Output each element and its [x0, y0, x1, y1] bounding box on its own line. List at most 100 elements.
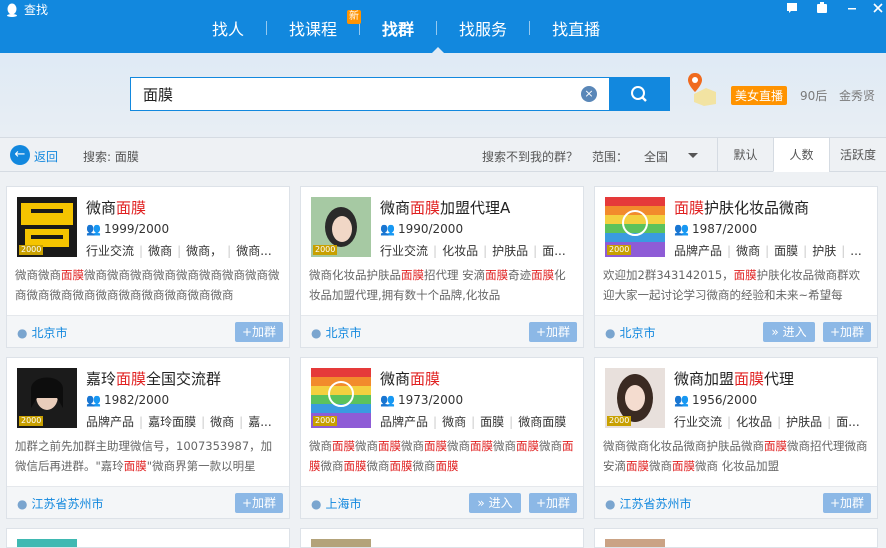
hot-tag-link[interactable]: 金秀贤: [839, 87, 875, 104]
group-tag[interactable]: 微商: [736, 244, 760, 258]
tab-find-services[interactable]: 找服务: [437, 16, 529, 40]
group-tag[interactable]: 微商: [210, 415, 234, 429]
group-tag[interactable]: 嘉玲面膜: [148, 415, 196, 429]
back-link[interactable]: 返回: [34, 148, 58, 165]
join-group-button[interactable]: +加群: [529, 493, 577, 513]
tag-divider: |: [201, 415, 206, 429]
sort-default[interactable]: 默认: [717, 138, 773, 172]
group-tag[interactable]: 化妆品: [736, 415, 772, 429]
group-location[interactable]: ● 北京市: [311, 324, 362, 341]
feedback-icon[interactable]: [784, 2, 800, 17]
group-name[interactable]: 微商加盟面膜代理: [674, 368, 794, 389]
group-card[interactable]: 2000 嘉玲面膜全国交流群 👥 1982/2000 品牌产品 | 嘉玲面膜 | 微商 | 嘉...…: [6, 357, 290, 519]
group-tag[interactable]: 嘉...: [248, 415, 271, 429]
group-tag[interactable]: 面膜: [774, 244, 798, 258]
group-tag[interactable]: ...: [850, 244, 861, 258]
group-tag[interactable]: 护肤品: [492, 244, 528, 258]
group-avatar[interactable]: 2000: [17, 368, 77, 428]
search-button[interactable]: [609, 77, 670, 111]
back-arrow-icon[interactable]: ←: [10, 145, 30, 165]
group-location[interactable]: ● 江苏省苏州市: [17, 495, 104, 512]
skin-icon[interactable]: [814, 2, 830, 17]
group-tag[interactable]: 微商，: [186, 244, 222, 258]
group-card[interactable]: 2000 微商面膜 👥 1973/2000 品牌产品 | 微商 | 面膜 | 微商面膜 微商面膜微商面…: [300, 357, 584, 519]
group-card[interactable]: 2000 微商面膜加盟代理A 👥 1990/2000 行业交流 | 化妆品 | 护肤品 | 面...…: [300, 186, 584, 348]
enter-group-button[interactable]: » 进入: [469, 493, 521, 513]
beauty-live-button[interactable]: 美女直播: [731, 86, 788, 105]
group-location[interactable]: ● 上海市: [311, 495, 362, 512]
tab-find-people[interactable]: 找人: [190, 16, 266, 40]
group-location[interactable]: ● 北京市: [17, 324, 68, 341]
scope-select[interactable]: 全国: [644, 148, 668, 165]
group-name[interactable]: 面膜护肤化妆品微商: [674, 197, 809, 218]
group-tag[interactable]: 行业交流: [86, 244, 134, 258]
close-icon[interactable]: [870, 2, 886, 17]
group-tag[interactable]: 微商: [148, 244, 172, 258]
group-tag[interactable]: 微商: [442, 415, 466, 429]
group-tag[interactable]: 化妆品: [442, 244, 478, 258]
group-tag[interactable]: 面膜: [480, 415, 504, 429]
card-footer: ● 北京市 +加群 » 进入: [595, 315, 877, 347]
city-name: 江苏省苏州市: [31, 497, 104, 511]
sort-members[interactable]: 人数: [773, 138, 829, 172]
city-name: 上海市: [325, 497, 362, 511]
name-keyword: 面膜: [410, 370, 441, 388]
tab-label: 找群: [382, 20, 415, 39]
group-avatar[interactable]: 2000: [605, 197, 665, 257]
group-card[interactable]: 2000 微商面膜 👥 1999/2000 行业交流 | 微商 | 微商， | 微商... 微商微商面…: [6, 186, 290, 348]
group-tag[interactable]: 面...: [542, 244, 565, 258]
group-avatar[interactable]: 2000: [17, 197, 77, 257]
group-tag[interactable]: 品牌产品: [380, 415, 428, 429]
tag-divider: |: [827, 415, 832, 429]
tab-find-courses[interactable]: 找课程新: [267, 10, 362, 40]
group-tag[interactable]: 护肤品: [786, 415, 822, 429]
join-group-button[interactable]: +加群: [823, 322, 871, 342]
sort-activity[interactable]: 活跃度: [829, 138, 886, 172]
chevron-down-icon[interactable]: [688, 153, 698, 158]
card-footer: ● 北京市 +加群: [7, 315, 289, 347]
group-tag[interactable]: 行业交流: [380, 244, 428, 258]
join-group-button[interactable]: +加群: [823, 493, 871, 513]
join-group-button[interactable]: +加群: [235, 493, 283, 513]
group-name[interactable]: 嘉玲面膜全国交流群: [86, 368, 221, 389]
desc-text: 微商微商: [15, 268, 61, 282]
group-tag[interactable]: 微商...: [236, 244, 271, 258]
minimize-icon[interactable]: [844, 2, 860, 17]
group-tag[interactable]: 护肤: [812, 244, 836, 258]
hot-tag-link[interactable]: 90后: [800, 87, 827, 104]
group-card[interactable]: 2000 面膜护肤化妆品微商 👥 1987/2000 品牌产品 | 微商 | 面膜 | 护肤 |...…: [594, 186, 878, 348]
card-footer: ● 上海市 +加群 » 进入: [301, 486, 583, 518]
clear-icon[interactable]: ×: [581, 86, 597, 102]
member-count-value: 1982/2000: [103, 393, 170, 407]
tab-find-live[interactable]: 找直播: [530, 16, 622, 40]
not-found-link[interactable]: 搜索不到我的群？: [482, 148, 578, 165]
name-keyword: 面膜: [734, 370, 765, 388]
group-location[interactable]: ● 江苏省苏州市: [605, 495, 692, 512]
group-tag[interactable]: 微商面膜: [518, 415, 566, 429]
qq-logo-icon: [5, 3, 19, 17]
location-map-icon[interactable]: [686, 72, 718, 106]
tab-find-groups[interactable]: 找群: [360, 16, 436, 40]
group-avatar[interactable]: 2000: [311, 368, 371, 428]
city-name: 北京市: [619, 326, 656, 340]
search-input[interactable]: [130, 77, 610, 111]
group-tag[interactable]: 品牌产品: [86, 415, 134, 429]
group-tag[interactable]: 面...: [836, 415, 859, 429]
group-card-partial: [594, 528, 878, 548]
enter-group-button[interactable]: » 进入: [763, 322, 815, 342]
group-name[interactable]: 微商面膜: [86, 197, 146, 218]
group-tags: 行业交流 | 化妆品 | 护肤品 | 面...: [674, 413, 870, 430]
join-group-button[interactable]: +加群: [235, 322, 283, 342]
join-group-button[interactable]: +加群: [529, 322, 577, 342]
group-tag[interactable]: 品牌产品: [674, 244, 722, 258]
group-tag[interactable]: 行业交流: [674, 415, 722, 429]
desc-text: 微商: [320, 459, 344, 473]
group-avatar[interactable]: 2000: [605, 368, 665, 428]
group-name[interactable]: 微商面膜加盟代理A: [380, 197, 510, 218]
group-card[interactable]: 2000 微商加盟面膜代理 👥 1956/2000 行业交流 | 化妆品 | 护肤品 | 面... 微…: [594, 357, 878, 519]
group-location[interactable]: ● 北京市: [605, 324, 656, 341]
group-name[interactable]: 微商面膜: [380, 368, 440, 389]
group-avatar[interactable]: 2000: [311, 197, 371, 257]
tag-divider: |: [777, 415, 782, 429]
location-pin-icon: ●: [311, 326, 322, 340]
